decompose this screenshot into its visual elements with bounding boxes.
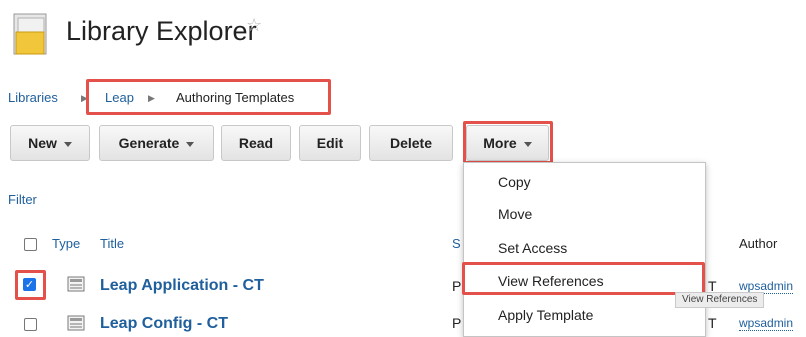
row-author-link[interactable]: wpsadmin <box>739 317 794 331</box>
delete-button[interactable]: Delete <box>369 125 453 161</box>
template-icon <box>67 315 85 331</box>
row-status-end: T <box>708 315 717 331</box>
page-title: Library Explorer <box>66 16 257 46</box>
column-header-author: Author <box>739 236 778 251</box>
breadcrumb-libraries[interactable]: Libraries <box>8 90 58 105</box>
row-checkbox[interactable] <box>24 318 37 331</box>
template-icon <box>67 276 85 292</box>
more-button-highlight <box>463 121 553 164</box>
menu-item-apply-template[interactable]: Apply Template <box>464 298 705 331</box>
chevron-down-icon <box>186 141 195 147</box>
breadcrumb-leap[interactable]: Leap <box>105 90 134 105</box>
generate-button[interactable]: Generate <box>99 125 214 161</box>
row-status: P <box>452 278 462 294</box>
new-button[interactable]: New <box>10 125 90 161</box>
menu-item-set-access[interactable]: Set Access <box>464 231 705 264</box>
breadcrumb-separator-icon: ▶ <box>148 93 155 103</box>
folder-icon <box>13 13 47 55</box>
menu-item-move[interactable]: Move <box>464 197 705 230</box>
row-title-link[interactable]: Leap Config - CT <box>100 315 228 333</box>
row-title-link[interactable]: Leap Application - CT <box>100 277 264 295</box>
generate-button-label: Generate <box>118 135 180 151</box>
star-outline-icon[interactable]: ☆ <box>246 15 262 36</box>
read-button[interactable]: Read <box>221 125 291 161</box>
menu-item-copy[interactable]: Copy <box>464 165 705 198</box>
edit-button[interactable]: Edit <box>299 125 361 161</box>
new-button-label: New <box>28 135 57 151</box>
select-all-checkbox[interactable] <box>24 238 37 251</box>
row-status: P <box>452 315 462 331</box>
tooltip: View References <box>675 292 765 308</box>
breadcrumb-current: Authoring Templates <box>176 90 295 105</box>
more-dropdown-menu: Copy Move Set Access View References App… <box>463 162 706 337</box>
row-checkbox[interactable]: ✓ <box>23 278 36 291</box>
column-header-type[interactable]: Type <box>52 236 80 251</box>
filter-link[interactable]: Filter <box>8 192 37 207</box>
view-references-highlight <box>462 262 705 295</box>
column-header-status[interactable]: S <box>452 236 461 251</box>
column-header-title[interactable]: Title <box>100 236 124 251</box>
chevron-down-icon <box>63 141 72 147</box>
